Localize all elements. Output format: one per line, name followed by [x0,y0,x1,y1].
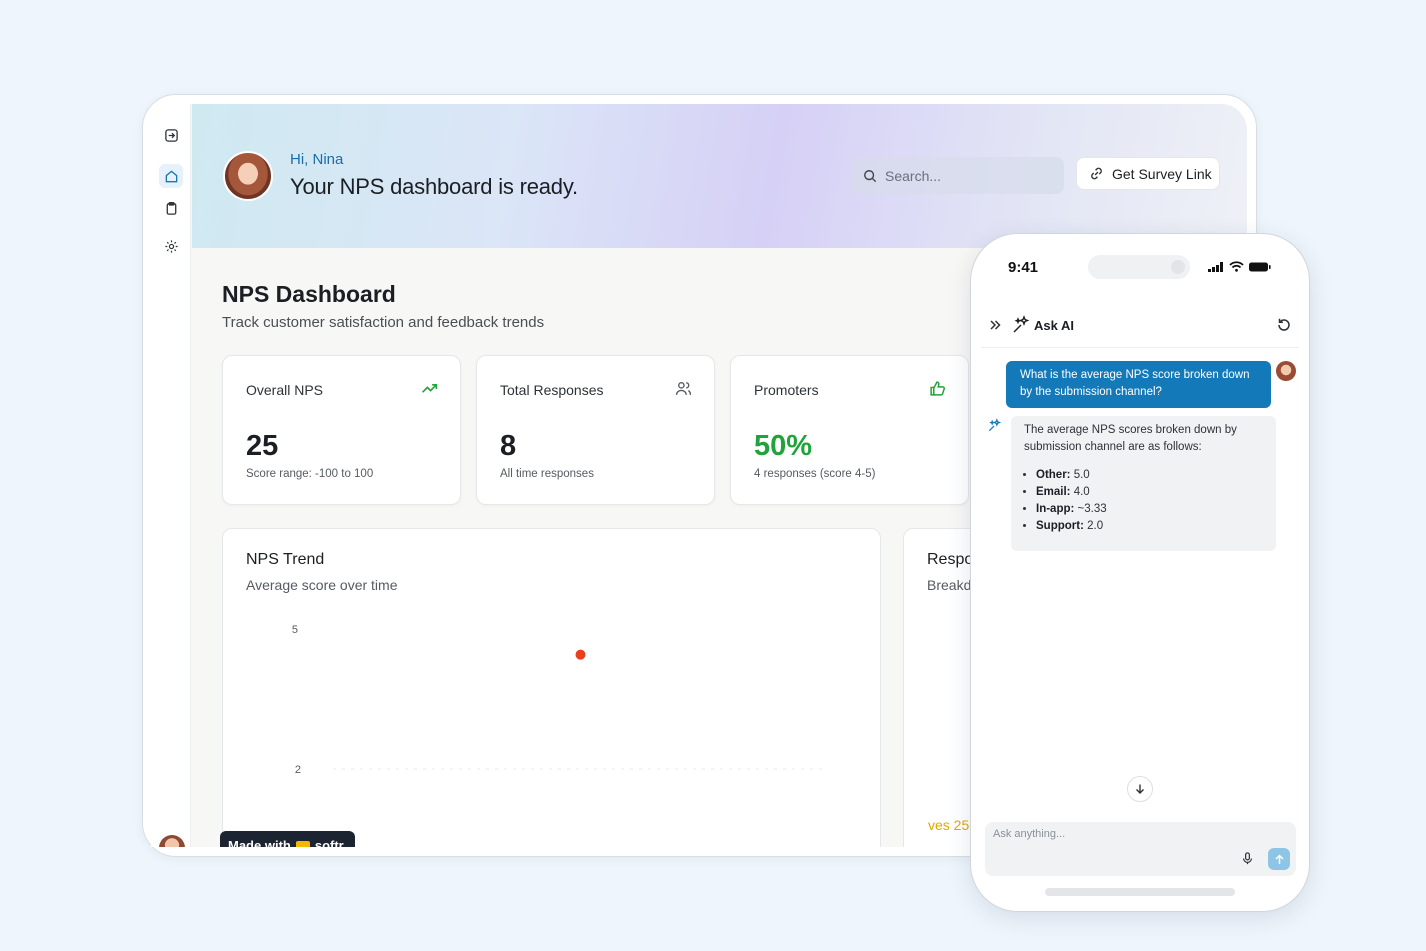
chevrons-right-icon[interactable] [988,318,1002,332]
list-item: Email: 4.0 [1036,484,1263,501]
survey-button-label: Get Survey Link [1112,165,1212,182]
microphone-icon[interactable] [1241,852,1254,865]
card-title: Respo [927,551,974,568]
chat-composer [985,822,1296,876]
page-title: NPS Dashboard [222,281,396,307]
user-avatar-sidebar[interactable] [159,835,185,847]
user-avatar [1276,361,1296,381]
badge-text: Made with [228,838,291,847]
search-placeholder: Search... [885,167,942,184]
ai-sparkle-icon [988,418,1002,432]
users-icon [675,381,692,395]
signal-icon [1208,261,1223,272]
card-note: Score range: -100 to 100 [246,468,374,480]
data-point[interactable] [575,649,586,660]
nps-trend-card: NPS Trend Average score over time 5 2 [222,528,881,847]
greeting: Hi, Nina [290,151,344,168]
status-time: 9:41 [1008,259,1039,276]
phone-frame: 9:41 Ask AI What is the average NPS scor… [970,233,1310,912]
refresh-icon[interactable] [1276,317,1292,333]
status-icons [1208,261,1271,272]
total-responses-card: Total Responses 8 All time responses [476,355,715,505]
softr-logo-icon [295,841,310,847]
scroll-down-button[interactable] [1127,776,1153,802]
thumbs-up-icon [930,381,946,396]
y-tick-label: 5 [292,624,298,636]
sidebar [151,104,191,847]
card-label: Overall NPS [246,382,324,398]
arrow-up-icon [1274,853,1284,864]
made-with-softr-badge[interactable]: Made with softr [220,831,355,847]
home-icon[interactable] [159,164,183,188]
send-button[interactable] [1268,848,1290,870]
channel-score-list: Other: 5.0 Email: 4.0 In-app: ~3.33 Supp… [1024,467,1263,535]
get-survey-link-button[interactable]: Get Survey Link [1076,157,1220,190]
overall-nps-card: Overall NPS 25 Score range: -100 to 100 [222,355,461,505]
card-label: Total Responses [500,382,604,398]
ask-ai-header: Ask AI [971,310,1309,340]
card-note: All time responses [500,468,594,480]
list-item: Other: 5.0 [1036,467,1263,484]
trending-up-icon [422,383,438,393]
hero-title: Your NPS dashboard is ready. [290,174,578,199]
dynamic-island [1088,255,1190,279]
gear-icon[interactable] [159,234,183,258]
home-indicator [1045,888,1235,896]
ask-ai-title: Ask AI [1034,318,1074,333]
link-icon [1091,167,1102,180]
card-value: 50% [754,430,813,462]
search-input[interactable]: Search... [851,157,1064,194]
promoters-card: Promoters 50% 4 responses (score 4-5) [730,355,969,505]
ask-input[interactable] [993,828,1223,840]
arrow-down-icon [1136,784,1144,794]
card-note: 4 responses (score 4-5) [754,468,876,480]
card-value: 25 [246,430,279,462]
hero-banner: Hi, Nina Your NPS dashboard is ready. Se… [192,104,1247,248]
ai-response-intro: The average NPS scores broken down by su… [1024,424,1237,453]
clipboard-icon[interactable] [159,196,183,220]
card-label: Promoters [754,382,819,398]
search-icon [864,169,877,182]
list-item: Support: 2.0 [1036,518,1263,535]
wifi-icon [1229,261,1244,272]
page-subtitle: Track customer satisfaction and feedback… [222,314,545,331]
badge-brand: softr [314,838,344,847]
y-tick-label: 2 [295,764,301,776]
card-value: 8 [500,430,517,462]
user-message-bubble: What is the average NPS score broken dow… [1006,361,1271,408]
list-item: In-app: ~3.33 [1036,501,1263,518]
battery-icon [1249,262,1271,271]
card-subtitle: Breakd [927,577,972,593]
ai-response-bubble: The average NPS scores broken down by su… [1011,416,1276,551]
divider [981,347,1299,348]
nps-trend-chart: 5 2 [292,624,828,776]
avatar [223,151,273,201]
legend-label: ves 25 [928,817,970,833]
sparkle-icon [1013,315,1030,333]
sign-in-icon[interactable] [159,123,183,147]
